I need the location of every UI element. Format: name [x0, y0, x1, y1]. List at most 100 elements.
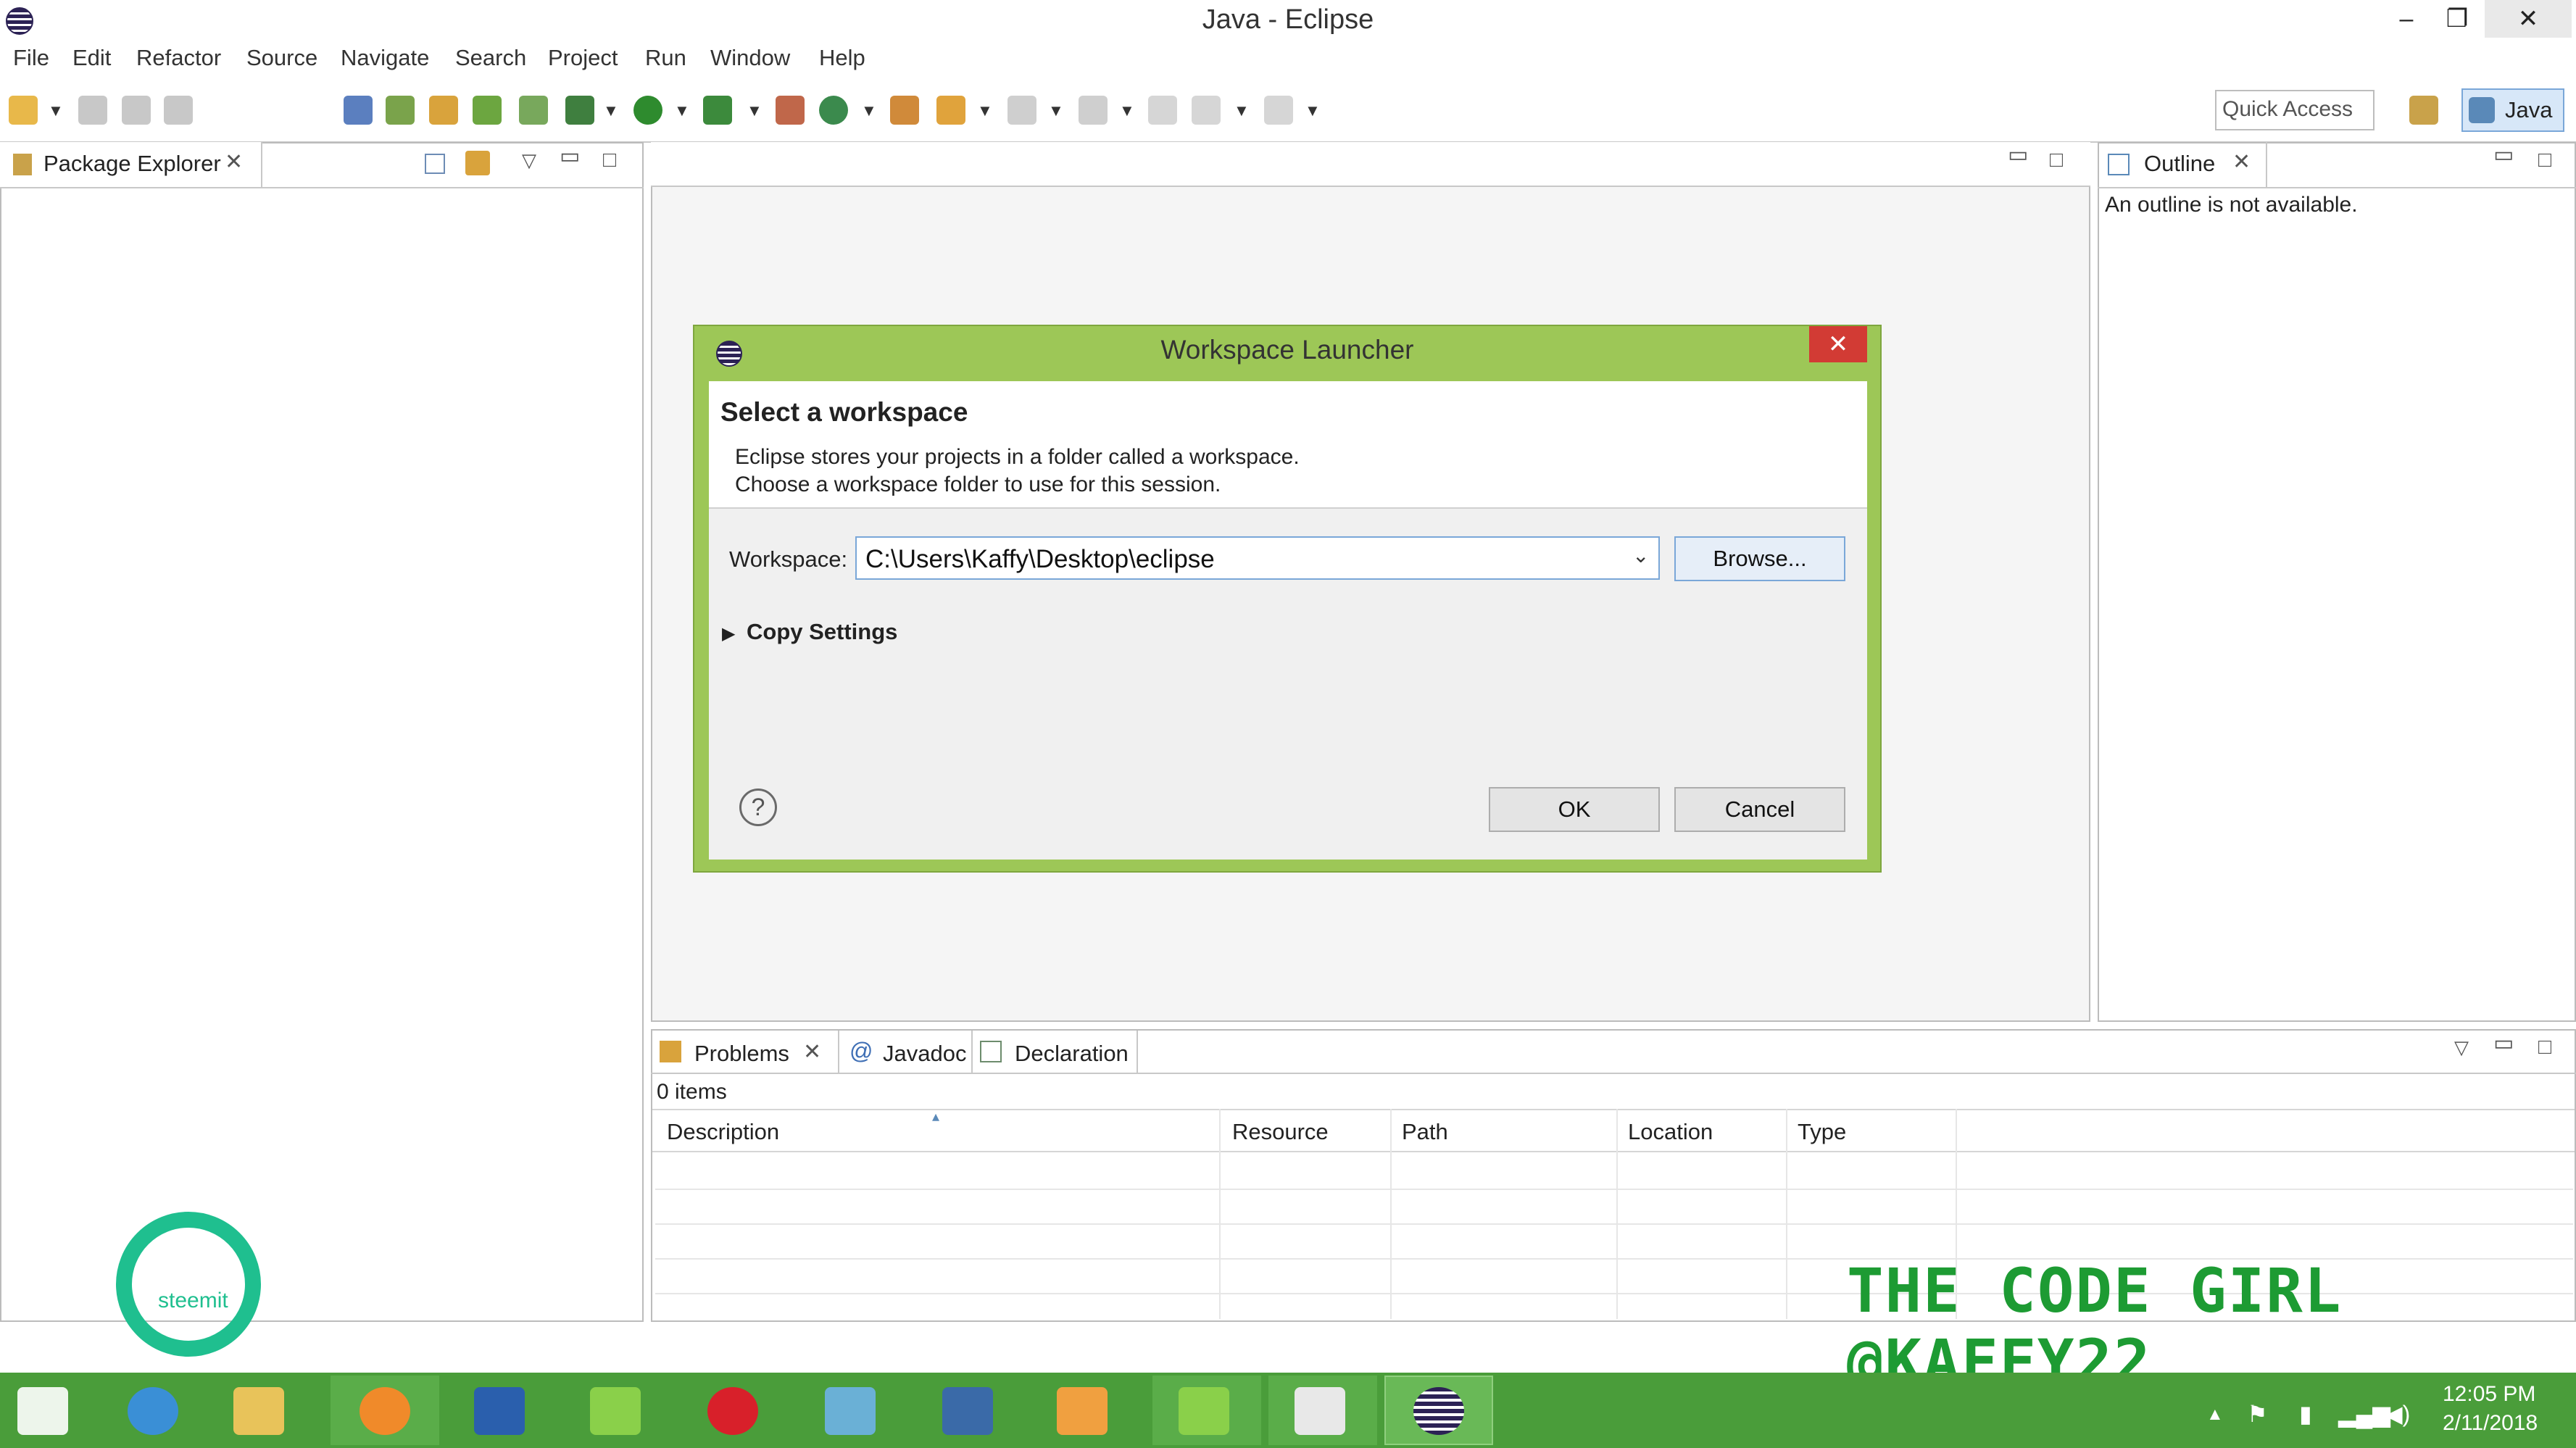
menu-search[interactable]: Search: [455, 45, 526, 71]
network-icon[interactable]: ▂▄▆: [2338, 1400, 2390, 1428]
new-class-icon[interactable]: [429, 96, 458, 125]
last-edit-icon[interactable]: [1148, 96, 1177, 125]
chevron-down-icon[interactable]: ▼: [48, 101, 64, 120]
menu-navigate[interactable]: Navigate: [341, 45, 429, 71]
chevron-down-icon[interactable]: ▼: [1119, 101, 1135, 120]
new-project-icon[interactable]: [890, 96, 919, 125]
menu-window[interactable]: Window: [710, 45, 790, 71]
video-player-icon[interactable]: [1057, 1387, 1108, 1435]
quick-access-input[interactable]: Quick Access: [2215, 90, 2375, 130]
chevron-down-icon[interactable]: ▼: [674, 101, 690, 120]
action-center-icon[interactable]: ⚑: [2247, 1400, 2268, 1428]
battery-icon[interactable]: ▮: [2299, 1400, 2312, 1428]
maximize-view-icon[interactable]: □: [2538, 1035, 2551, 1060]
cancel-button[interactable]: Cancel: [1674, 787, 1845, 832]
minimize-view-icon[interactable]: ▭: [2008, 142, 2028, 167]
open-perspective-icon[interactable]: [2409, 96, 2438, 125]
link-with-editor-icon[interactable]: [465, 151, 490, 175]
eclipse-icon[interactable]: [1413, 1387, 1464, 1435]
chevron-down-icon[interactable]: ▼: [977, 101, 993, 120]
internet-explorer-icon[interactable]: [128, 1387, 178, 1435]
debug-icon[interactable]: [565, 96, 594, 125]
menu-source[interactable]: Source: [246, 45, 317, 71]
chevron-down-icon[interactable]: ▼: [1305, 101, 1321, 120]
maximize-view-icon[interactable]: □: [603, 148, 616, 172]
copy-settings-toggle[interactable]: Copy Settings: [747, 619, 897, 645]
minimize-button[interactable]: –: [2385, 0, 2428, 38]
back-icon[interactable]: [1192, 96, 1221, 125]
chevron-down-icon[interactable]: ▼: [1048, 101, 1064, 120]
collapse-all-icon[interactable]: [425, 154, 445, 174]
browse-button[interactable]: Browse...: [1674, 536, 1845, 581]
maximize-view-icon[interactable]: □: [2538, 148, 2551, 172]
new-junit-icon[interactable]: [473, 96, 502, 125]
column-description[interactable]: Description: [667, 1119, 779, 1145]
chevron-down-icon[interactable]: ⌄: [1632, 544, 1649, 567]
app-icon[interactable]: [825, 1387, 876, 1435]
chevron-down-icon[interactable]: ▼: [1234, 101, 1250, 120]
chevron-down-icon[interactable]: ▼: [861, 101, 877, 120]
menu-run[interactable]: Run: [645, 45, 686, 71]
view-menu-icon[interactable]: ▽: [2454, 1036, 2469, 1059]
uc-browser-icon[interactable]: [360, 1387, 410, 1435]
external-tools-icon[interactable]: [776, 96, 805, 125]
new-package-icon[interactable]: [386, 96, 415, 125]
steemit-logo-icon: [116, 1212, 261, 1357]
media-icon[interactable]: [942, 1387, 993, 1435]
column-resource[interactable]: Resource: [1232, 1119, 1329, 1145]
row-divider: [655, 1189, 2573, 1190]
prev-annotation-icon[interactable]: [1079, 96, 1108, 125]
volume-icon[interactable]: ◀): [2385, 1400, 2410, 1428]
close-icon[interactable]: ✕: [2232, 149, 2251, 175]
minimize-view-icon[interactable]: ▭: [2493, 1031, 2514, 1056]
reader-icon[interactable]: [1295, 1387, 1345, 1435]
close-icon[interactable]: ✕: [803, 1039, 821, 1065]
notepad-plus-icon[interactable]: [590, 1387, 641, 1435]
opera-icon[interactable]: [707, 1387, 758, 1435]
minimize-view-icon[interactable]: ▭: [2493, 142, 2514, 167]
chevron-down-icon[interactable]: ▼: [747, 101, 763, 120]
print-icon[interactable]: [164, 96, 193, 125]
workspace-combo[interactable]: C:\Users\Kaffy\Desktop\eclipse: [855, 536, 1660, 580]
save-all-icon[interactable]: [122, 96, 151, 125]
view-menu-icon[interactable]: ▽: [522, 149, 536, 172]
new-wizard-icon[interactable]: [9, 96, 38, 125]
menu-edit[interactable]: Edit: [72, 45, 111, 71]
column-location[interactable]: Location: [1628, 1119, 1713, 1145]
ok-button[interactable]: OK: [1489, 787, 1660, 832]
restore-button[interactable]: ❐: [2435, 0, 2479, 38]
run-icon[interactable]: [633, 96, 662, 125]
close-icon[interactable]: ✕: [225, 149, 243, 175]
new-interface-icon[interactable]: [519, 96, 548, 125]
maximize-view-icon[interactable]: □: [2050, 148, 2063, 172]
save-icon[interactable]: [78, 96, 107, 125]
coverage-icon[interactable]: [703, 96, 732, 125]
word-icon[interactable]: [474, 1387, 525, 1435]
menu-file[interactable]: File: [13, 45, 49, 71]
expand-triangle-icon[interactable]: ▶: [722, 623, 735, 644]
dialog-close-button[interactable]: ✕: [1809, 326, 1867, 362]
chevron-down-icon[interactable]: ▼: [603, 101, 619, 120]
menu-project[interactable]: Project: [548, 45, 618, 71]
next-annotation-icon[interactable]: [1007, 96, 1036, 125]
toggle-mark-icon[interactable]: [344, 96, 373, 125]
workspace-label: Workspace:: [729, 546, 848, 572]
close-button[interactable]: ✕: [2485, 0, 2572, 38]
column-path[interactable]: Path: [1402, 1119, 1448, 1145]
notepad-plus-icon[interactable]: [1179, 1387, 1229, 1435]
file-explorer-icon[interactable]: [233, 1387, 284, 1435]
column-type[interactable]: Type: [1798, 1119, 1846, 1145]
menu-help[interactable]: Help: [819, 45, 865, 71]
forward-icon[interactable]: [1264, 96, 1293, 125]
dialog-description-line1: Eclipse stores your projects in a folder…: [735, 445, 1300, 469]
help-icon[interactable]: ?: [739, 789, 777, 826]
menu-refactor[interactable]: Refactor: [136, 45, 221, 71]
table-header: [652, 1109, 2575, 1152]
steemit-logo-text: steemit: [158, 1289, 228, 1312]
start-icon[interactable]: [17, 1387, 68, 1435]
show-hidden-icons-icon[interactable]: ▲: [2206, 1405, 2224, 1425]
taskbar-clock[interactable]: 12:05 PM 2/11/2018: [2443, 1380, 2538, 1438]
minimize-view-icon[interactable]: ▭: [560, 143, 580, 169]
new-server-icon[interactable]: [819, 96, 848, 125]
search-icon[interactable]: [936, 96, 965, 125]
